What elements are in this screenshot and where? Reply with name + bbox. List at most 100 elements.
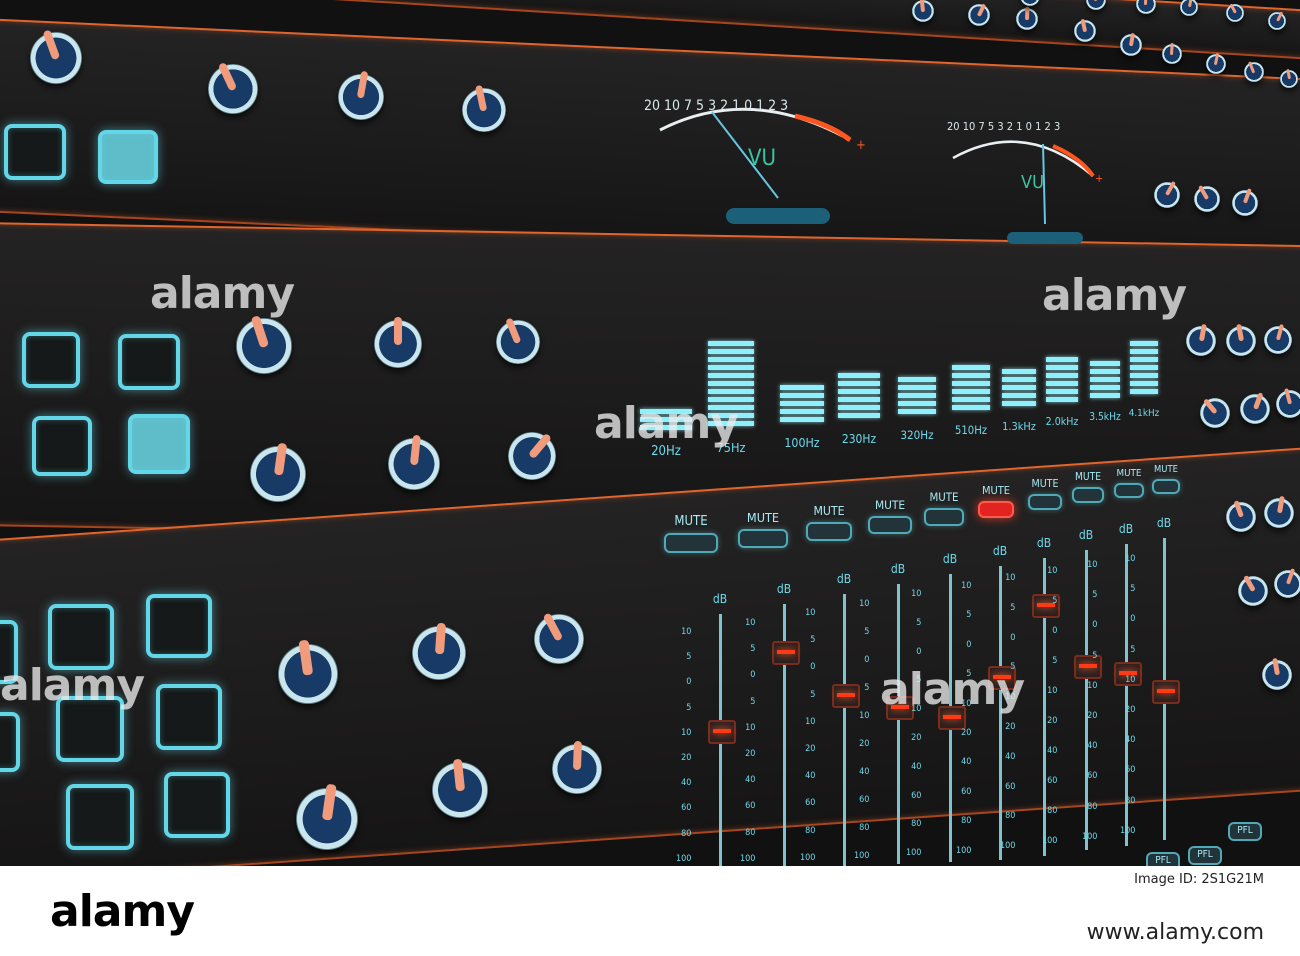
aux-knob[interactable] bbox=[1240, 392, 1270, 424]
channel-select-button[interactable] bbox=[164, 772, 230, 838]
channel-select-button[interactable] bbox=[146, 594, 212, 658]
mute-button[interactable]: MUTE bbox=[738, 510, 788, 549]
fader-scale-tick: 0 bbox=[750, 670, 756, 681]
eq-segment bbox=[952, 365, 990, 370]
mute-toggle[interactable] bbox=[1152, 479, 1180, 494]
eq-segment bbox=[1046, 373, 1078, 378]
background-knob[interactable] bbox=[1206, 52, 1226, 74]
channel-select-button[interactable] bbox=[118, 334, 180, 390]
mute-toggle[interactable] bbox=[1028, 494, 1062, 511]
fader-db-label: dB bbox=[1078, 528, 1094, 542]
eq-band-level bbox=[1046, 357, 1078, 402]
background-knob[interactable] bbox=[968, 3, 990, 26]
channel-select-button[interactable] bbox=[32, 416, 92, 476]
aux-knob[interactable] bbox=[1226, 324, 1256, 356]
channel-select-button[interactable] bbox=[4, 124, 66, 180]
send-knob[interactable] bbox=[1274, 568, 1300, 598]
mute-toggle-active[interactable] bbox=[978, 501, 1014, 518]
mute-button[interactable]: MUTE bbox=[924, 490, 964, 526]
background-knob[interactable] bbox=[1016, 6, 1038, 30]
send-knob[interactable] bbox=[1226, 500, 1256, 532]
channel-fader[interactable]: dB 10 5 0 5 10 20 40 60 80 100 bbox=[740, 582, 804, 866]
mute-label: MUTE bbox=[1031, 478, 1059, 490]
fader-scale-tick: 40 bbox=[805, 771, 816, 782]
aux-knob[interactable] bbox=[1200, 398, 1230, 428]
eq-knob[interactable] bbox=[388, 434, 440, 490]
background-knob[interactable] bbox=[1244, 61, 1264, 82]
mute-button[interactable]: MUTE bbox=[806, 504, 852, 541]
send-knob[interactable] bbox=[1264, 496, 1294, 528]
channel-select-button[interactable] bbox=[156, 684, 222, 750]
mute-toggle[interactable] bbox=[1072, 487, 1104, 503]
background-knob[interactable] bbox=[1226, 3, 1244, 22]
eq-segment bbox=[898, 377, 936, 382]
mute-toggle[interactable] bbox=[738, 529, 788, 549]
fader-db-label: dB bbox=[942, 552, 958, 566]
eq-knob[interactable] bbox=[236, 314, 292, 374]
mute-toggle[interactable] bbox=[1114, 483, 1144, 499]
aux-knob[interactable] bbox=[1276, 388, 1300, 418]
mute-button[interactable]: MUTE bbox=[1152, 464, 1180, 494]
pfl-button[interactable]: PFL bbox=[1146, 852, 1180, 866]
pan-knob[interactable] bbox=[552, 740, 602, 794]
background-knob[interactable] bbox=[1074, 18, 1096, 42]
fader-cap[interactable] bbox=[772, 640, 800, 665]
trim-knob[interactable] bbox=[1232, 188, 1258, 216]
mute-button[interactable]: MUTE bbox=[1072, 472, 1104, 503]
fader-cap[interactable] bbox=[708, 719, 736, 744]
trim-knob[interactable] bbox=[1194, 185, 1220, 212]
eq-segment bbox=[838, 389, 880, 394]
eq-knob[interactable] bbox=[250, 442, 306, 502]
fader-scale-tick: 5 bbox=[1092, 650, 1098, 661]
mute-button[interactable]: MUTE bbox=[1028, 478, 1062, 511]
mute-toggle[interactable] bbox=[924, 508, 964, 526]
gain-knob[interactable] bbox=[338, 70, 384, 120]
gain-knob[interactable] bbox=[208, 61, 258, 114]
channel-fader[interactable]: dB 10 5 0 5 10 20 40 60 80 100 bbox=[676, 592, 740, 866]
eq-knob[interactable] bbox=[496, 317, 540, 364]
send-knob[interactable] bbox=[1262, 658, 1292, 690]
aux-knob[interactable] bbox=[1186, 324, 1216, 356]
pan-knob[interactable] bbox=[296, 783, 358, 850]
mute-button[interactable]: MUTE bbox=[1114, 468, 1144, 499]
channel-select-button-active[interactable] bbox=[128, 414, 190, 474]
pan-knob[interactable] bbox=[534, 612, 584, 664]
channel-select-button[interactable] bbox=[22, 332, 80, 388]
mute-toggle[interactable] bbox=[868, 516, 912, 535]
mute-label: MUTE bbox=[746, 510, 780, 525]
vu-meter-2-scale: 20 10 7 5 3 2 1 0 1 2 3 bbox=[947, 120, 1061, 133]
pfl-button[interactable]: PFL bbox=[1188, 846, 1222, 865]
eq-segment bbox=[1046, 389, 1078, 394]
pan-knob[interactable] bbox=[278, 640, 338, 704]
aux-knob[interactable] bbox=[1264, 324, 1292, 354]
background-knob[interactable] bbox=[912, 0, 934, 22]
pfl-button[interactable]: PFL bbox=[1228, 822, 1262, 841]
channel-fader[interactable]: dB 10 5 0 5 10 20 40 60 80 100 bbox=[1120, 516, 1184, 840]
mute-button[interactable]: MUTE bbox=[664, 514, 718, 553]
pan-knob[interactable] bbox=[432, 758, 488, 818]
knob-pointer bbox=[1187, 0, 1193, 8]
mute-toggle[interactable] bbox=[806, 522, 852, 541]
trim-knob[interactable] bbox=[1154, 181, 1180, 208]
background-knob[interactable] bbox=[1120, 32, 1142, 56]
fader-cap[interactable] bbox=[1152, 679, 1180, 704]
eq-knob[interactable] bbox=[508, 432, 556, 480]
fader-db-label: dB bbox=[1118, 522, 1134, 536]
mute-button[interactable]: MUTE bbox=[868, 498, 912, 535]
gain-knob[interactable] bbox=[30, 29, 82, 84]
fader-scale-tick: 100 bbox=[854, 851, 870, 861]
background-knob[interactable] bbox=[1280, 68, 1298, 88]
channel-select-button[interactable] bbox=[66, 784, 134, 850]
send-knob[interactable] bbox=[1238, 575, 1268, 606]
mute-button[interactable]: MUTE bbox=[978, 484, 1014, 518]
fader-db-label: dB bbox=[712, 592, 728, 606]
fader-scale-tick: 60 bbox=[681, 803, 692, 814]
gain-knob[interactable] bbox=[462, 85, 506, 132]
background-knob[interactable] bbox=[1162, 42, 1182, 64]
mute-toggle[interactable] bbox=[664, 533, 718, 553]
eq-knob[interactable] bbox=[374, 317, 422, 368]
channel-select-button-active[interactable] bbox=[98, 130, 158, 184]
background-knob[interactable] bbox=[1268, 11, 1286, 30]
channel-select-button[interactable] bbox=[0, 712, 20, 772]
pan-knob[interactable] bbox=[412, 622, 466, 680]
